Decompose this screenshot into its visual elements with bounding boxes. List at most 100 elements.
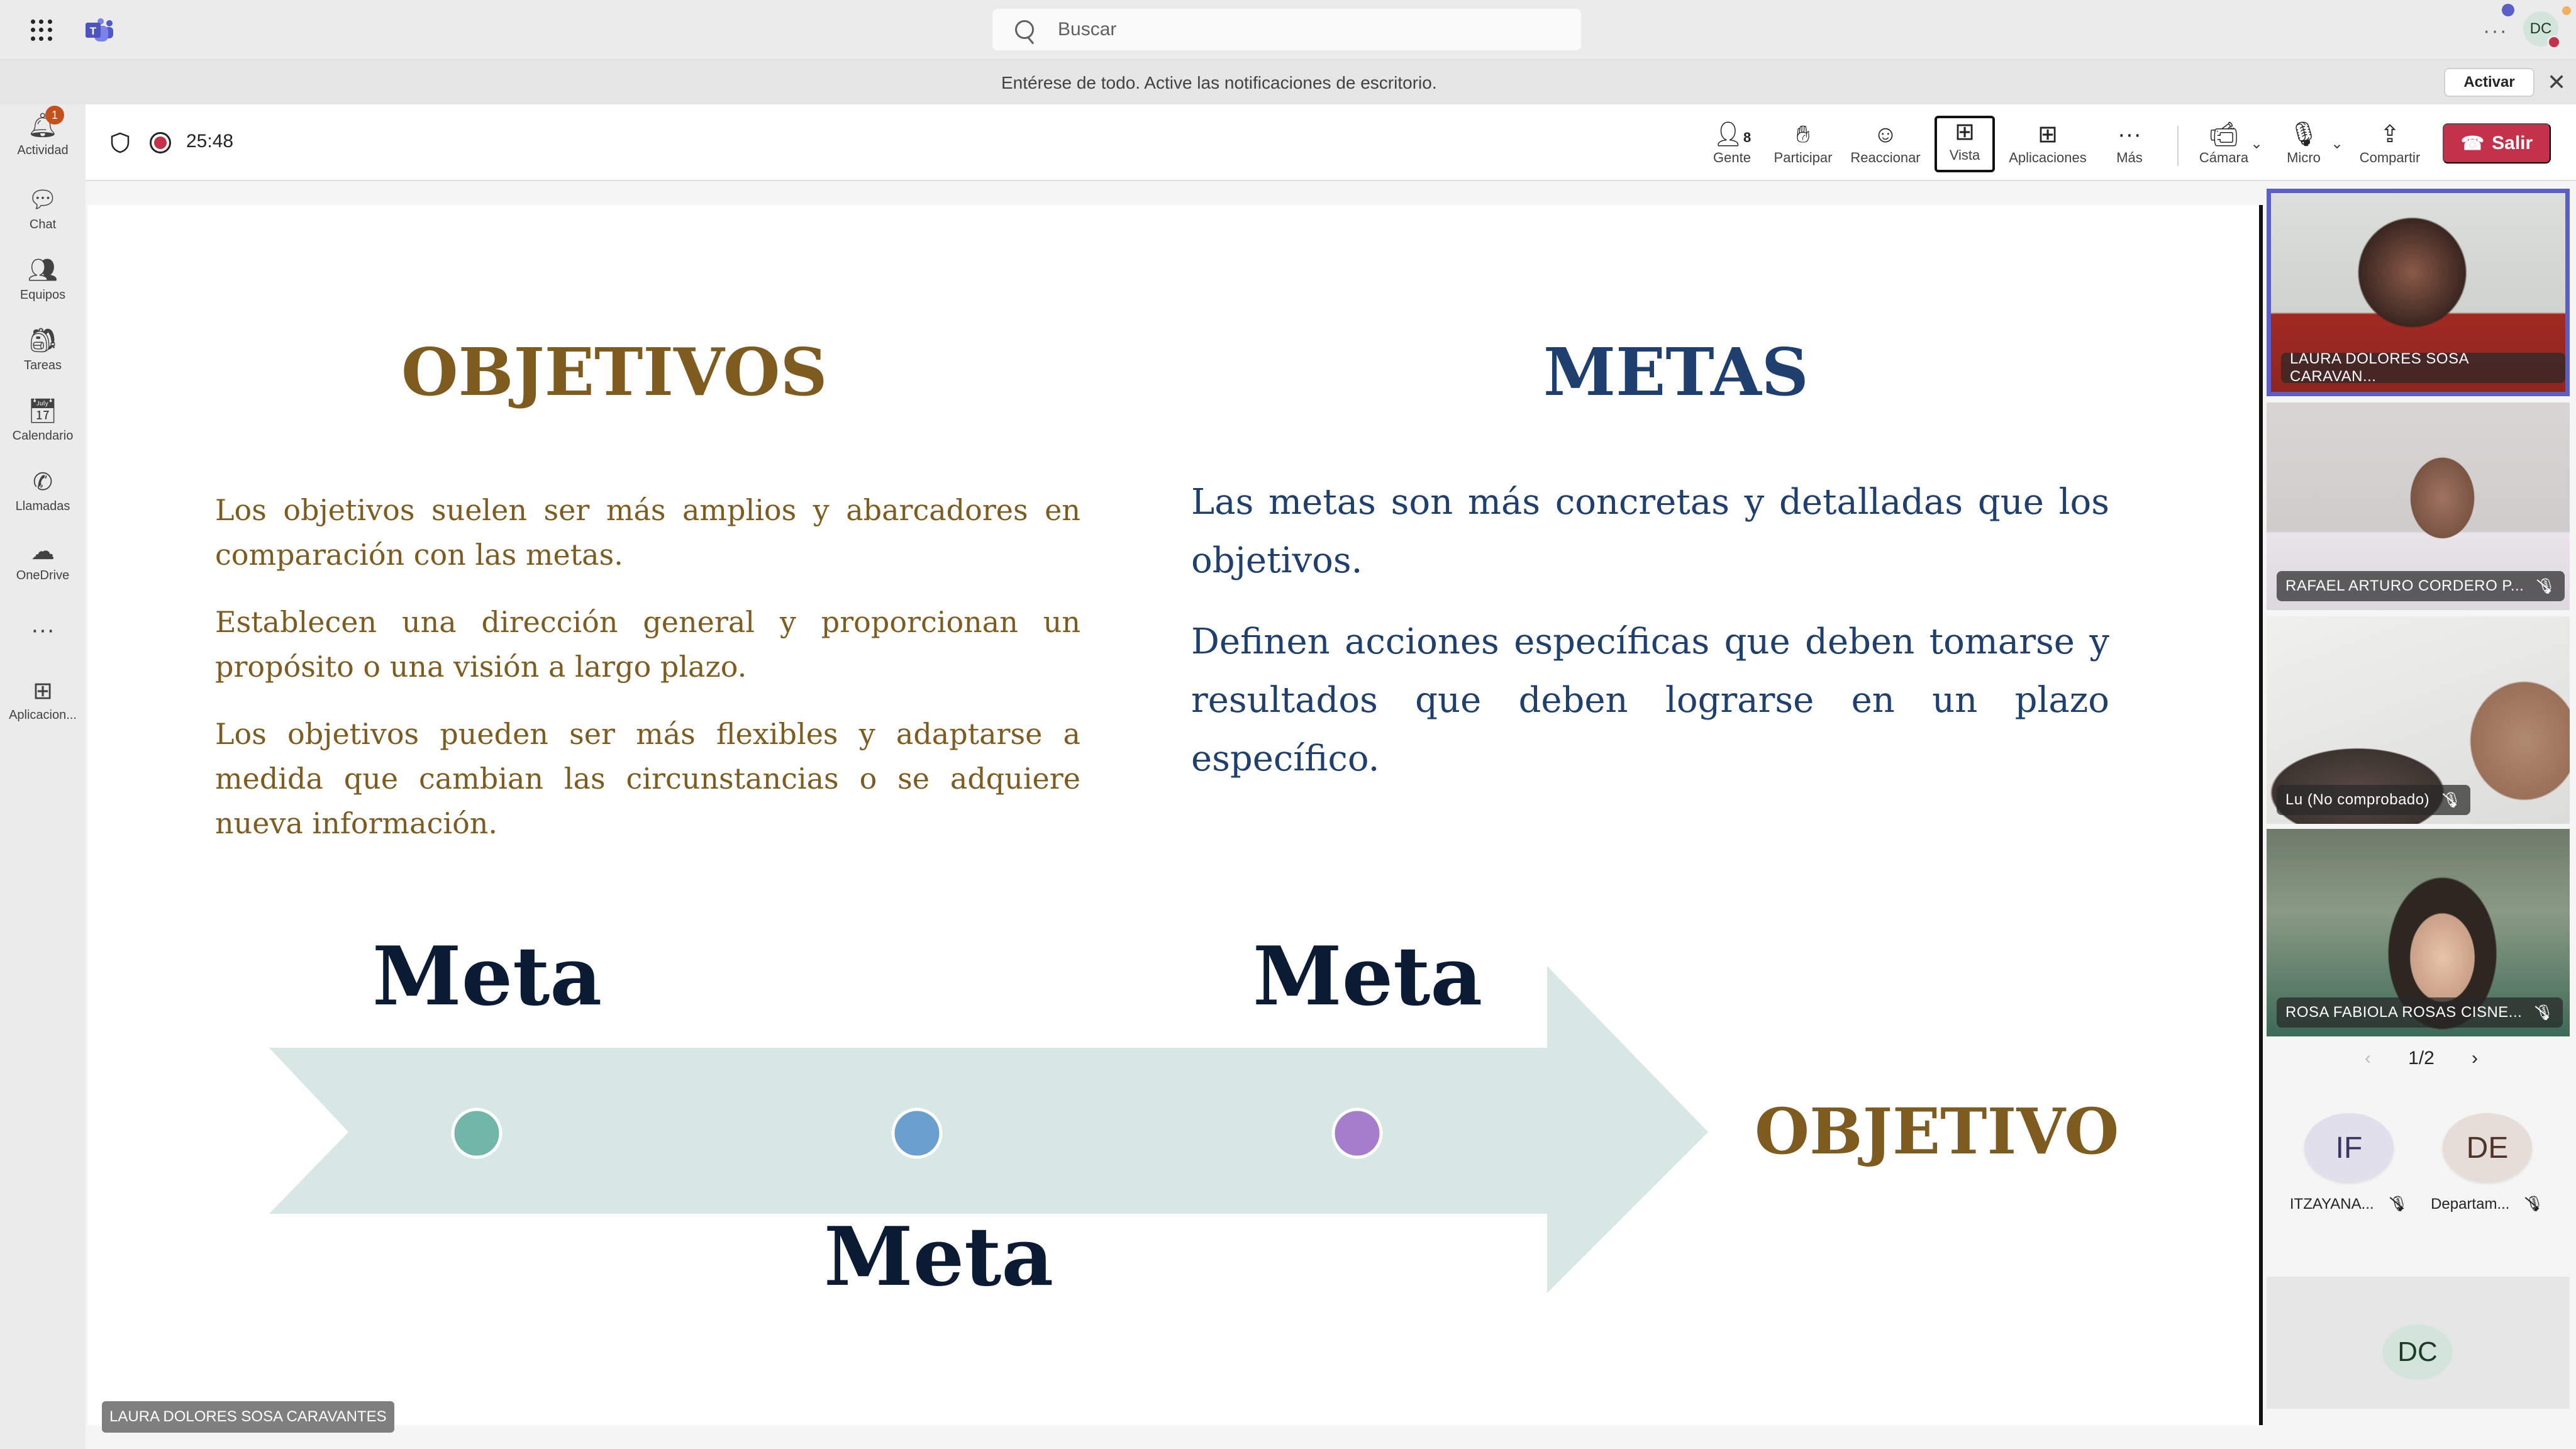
chevron-down-icon[interactable]: ⌄ (2250, 135, 2263, 153)
participant-avatar-tile[interactable]: IF ITZAYANA... 🎙︎ (2289, 1113, 2409, 1213)
chat-icon: 💬︎ (27, 187, 58, 213)
objetivos-paragraph: Establecen una dirección general y propo… (215, 605, 1080, 684)
shield-icon[interactable] (111, 132, 130, 153)
participant-name-tag: Lu (No comprobado) 🎙︎ (2277, 785, 2471, 815)
view-button[interactable]: ⊞ Vista (1935, 116, 1995, 172)
rail-item-tareas[interactable]: 🎒︎ Tareas (0, 327, 86, 373)
rail-item-chat[interactable]: 💬︎ Chat (0, 186, 86, 232)
chevron-left-icon[interactable]: ‹ (2365, 1048, 2371, 1069)
chevron-down-icon[interactable]: ⌄ (2331, 135, 2343, 153)
meta-label: Meta (824, 1210, 1054, 1304)
people-button[interactable]: 👤︎8 Gente (1707, 116, 1757, 172)
toolbar-divider (2177, 126, 2179, 166)
rail-item-label: Chat (29, 218, 57, 231)
teams-logo-icon: T (86, 18, 113, 42)
apps-button[interactable]: ⊞ Aplicaciones (2004, 116, 2092, 172)
more-options-icon[interactable]: ··· (2483, 19, 2508, 43)
reaction-icon: ☺ (1873, 121, 1898, 148)
toolbar-label: Aplicaciones (2009, 150, 2087, 165)
toolbar-label: Participar (1774, 150, 1833, 165)
presenter-name-tag: LAURA DOLORES SOSA CARAVANTES (102, 1401, 394, 1433)
view-icon: ⊞ (1955, 119, 1975, 145)
people-count: 8 (1743, 130, 1752, 145)
metas-paragraph: Definen acciones específicas que deben t… (1191, 621, 2109, 779)
rail-item-label: Llamadas (15, 499, 70, 513)
mic-button[interactable]: 🎙︎ Micro (2275, 116, 2332, 172)
app-rail (0, 104, 86, 1449)
rail-item-equipos[interactable]: 👥︎ Equipos (0, 257, 86, 303)
self-avatar: DC (2382, 1324, 2453, 1380)
share-icon: ⇪ (2380, 121, 2400, 148)
video-tile[interactable]: Lu (No comprobado) 🎙︎ (2267, 616, 2570, 824)
search-icon (1015, 20, 1034, 39)
rail-item-label: Tareas (23, 358, 62, 372)
teams-icon: 👥︎ (27, 257, 58, 284)
stage-divider (2259, 205, 2263, 1425)
raise-hand-button[interactable]: ✋︎ Participar (1768, 116, 1838, 172)
activity-badge: 1 (45, 106, 64, 125)
toolbar-label: Compartir (2359, 150, 2421, 165)
close-icon[interactable]: ✕ (2547, 69, 2566, 96)
mic-off-icon: 🎙︎ (2536, 577, 2557, 595)
video-tile[interactable]: LAURA DOLORES SOSA CARAVAN... (2267, 189, 2570, 396)
rail-item-onedrive[interactable]: ☁ OneDrive (0, 537, 86, 583)
toolbar-label: Reaccionar (1850, 150, 1921, 165)
rail-item-llamadas[interactable]: ✆ Llamadas (0, 468, 86, 514)
more-button[interactable]: ··· Más (2104, 116, 2155, 172)
objetivos-paragraph: Los objetivos pueden ser más flexibles y… (215, 717, 1080, 840)
timeline-dot-3 (1331, 1108, 1383, 1159)
participant-name: ITZAYANA... (2289, 1195, 2374, 1213)
app-launcher-icon[interactable] (30, 19, 53, 42)
user-avatar[interactable]: DC (2523, 11, 2561, 49)
meta-label: Meta (1253, 930, 1483, 1024)
search-input[interactable]: Buscar (992, 9, 1581, 50)
rail-item-more[interactable]: ··· (0, 616, 86, 644)
metas-paragraph: Las metas son más concretas y detalladas… (1191, 482, 2109, 581)
rail-item-actividad[interactable]: 🔔︎ 1 Actividad (0, 106, 86, 158)
chevron-right-icon[interactable]: › (2472, 1048, 2478, 1069)
share-button[interactable]: ⇪ Compartir (2353, 116, 2426, 172)
video-tile[interactable]: RAFAEL ARTURO CORDERO P... 🎙︎ (2267, 402, 2570, 610)
metas-title: METAS (1543, 333, 1809, 411)
meta-label: Meta (372, 930, 602, 1024)
notification-dot (2502, 4, 2514, 16)
camera-button[interactable]: 📹︎ Cámara (2191, 116, 2257, 172)
people-icon: 👤︎8 (1713, 121, 1752, 148)
mic-off-icon: 🎙︎ (2534, 1004, 2555, 1021)
avatar: DE (2443, 1113, 2532, 1182)
timeline-dot-2 (891, 1108, 943, 1159)
objetivos-title: OBJETIVOS (401, 333, 828, 411)
objetivos-paragraph: Los objetivos suelen ser más amplios y a… (215, 493, 1080, 572)
user-initials: DC (2529, 20, 2552, 37)
page-indicator: 1/2 (2408, 1048, 2434, 1069)
timeline-dot-1 (451, 1108, 502, 1159)
participant-name-tag: RAFAEL ARTURO CORDERO P... 🎙︎ (2277, 571, 2565, 601)
react-button[interactable]: ☺ Reaccionar (1846, 116, 1924, 172)
leave-button[interactable]: ☎ Salir (2443, 123, 2551, 164)
notification-banner: Entérese de todo. Active las notificacio… (0, 59, 2576, 104)
rail-item-label: Equipos (19, 288, 66, 302)
toolbar-label: Gente (1713, 150, 1751, 165)
more-icon: ··· (31, 616, 55, 643)
video-tile[interactable]: ROSA FABIOLA ROSAS CISNE... 🎙︎ (2267, 829, 2570, 1036)
participant-name-tag: ROSA FABIOLA ROSAS CISNE... 🎙︎ (2277, 997, 2563, 1028)
apps-icon: ⊞ (2038, 121, 2058, 148)
raise-hand-icon: ✋︎ (1796, 121, 1810, 148)
mic-off-icon: 🎙︎ (2389, 1196, 2409, 1213)
camera-off-icon: 📹︎ (2208, 121, 2240, 148)
rail-item-aplicaciones[interactable]: ⊞ Aplicacion... (0, 677, 86, 723)
participant-avatar-tile[interactable]: DE Departam... 🎙︎ (2428, 1113, 2547, 1213)
rail-item-label: OneDrive (16, 569, 70, 582)
cloud-icon: ☁ (31, 538, 55, 565)
rail-item-calendario[interactable]: 📅︎ Calendario (0, 397, 86, 443)
more-icon: ··· (2118, 121, 2141, 148)
calendar-icon: 📅︎ (27, 398, 58, 425)
hang-up-icon: ☎ (2460, 133, 2485, 154)
meeting-timer: 25:48 (186, 131, 234, 152)
presence-busy-icon (2547, 35, 2561, 49)
toolbar-label: Cámara (2199, 150, 2249, 165)
toolbar-label: Micro (2287, 150, 2321, 165)
activate-notifications-button[interactable]: Activar (2444, 68, 2534, 97)
search-placeholder: Buscar (1058, 19, 1117, 40)
phone-icon: ✆ (33, 469, 53, 496)
